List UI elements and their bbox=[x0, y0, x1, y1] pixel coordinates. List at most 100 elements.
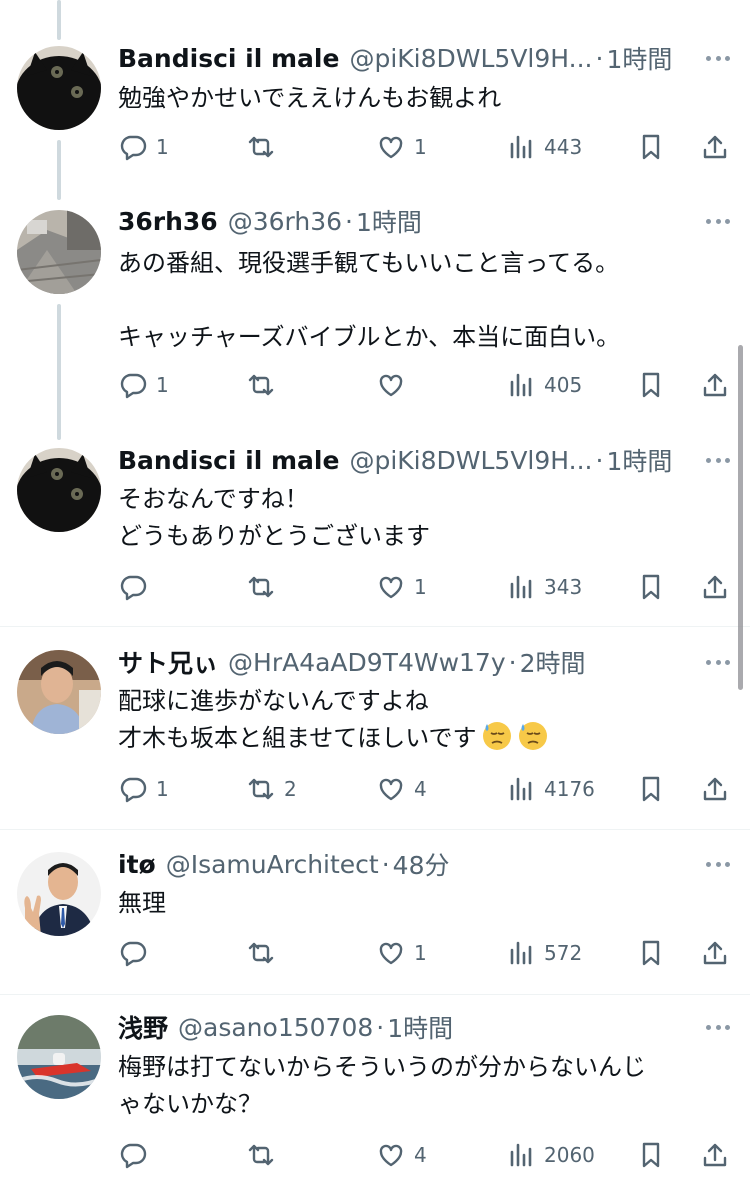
black-cat-avatar bbox=[17, 46, 101, 130]
avatar[interactable] bbox=[17, 1015, 101, 1099]
timestamp[interactable]: 1時間 bbox=[356, 203, 422, 239]
action-bar: 1 405 bbox=[0, 365, 750, 405]
reply-button[interactable]: 1 bbox=[118, 365, 169, 405]
share-button[interactable] bbox=[700, 567, 730, 607]
like-button[interactable]: 4 bbox=[376, 1135, 427, 1175]
separator-dot: · bbox=[376, 1012, 385, 1042]
timestamp[interactable]: 48分 bbox=[393, 846, 450, 882]
action-bar: 1 1 443 bbox=[0, 127, 750, 167]
more-options-icon[interactable] bbox=[706, 644, 730, 680]
retweet-button[interactable] bbox=[246, 365, 284, 405]
display-name[interactable]: 浅野 bbox=[118, 1009, 168, 1045]
share-icon bbox=[703, 373, 727, 397]
scrollbar[interactable] bbox=[738, 345, 743, 690]
retweet-icon bbox=[248, 136, 274, 158]
user-handle[interactable]: @IsamuArchitect bbox=[166, 850, 379, 879]
bookmark-button[interactable] bbox=[636, 933, 666, 973]
display-name[interactable]: Bandisci il male bbox=[118, 44, 339, 73]
view-count: 443 bbox=[544, 135, 583, 159]
reply-button[interactable]: 1 bbox=[118, 127, 169, 167]
like-button[interactable]: 4 bbox=[376, 769, 427, 809]
reply-count: 1 bbox=[156, 135, 169, 159]
views-button[interactable]: 2060 bbox=[506, 1135, 595, 1175]
more-options-icon[interactable] bbox=[706, 40, 730, 76]
share-button[interactable] bbox=[700, 1135, 730, 1175]
bookmark-button[interactable] bbox=[636, 769, 666, 809]
heart-icon bbox=[379, 778, 403, 801]
heart-icon bbox=[379, 576, 403, 599]
like-count: 1 bbox=[414, 575, 427, 599]
bookmark-button[interactable] bbox=[636, 1135, 666, 1175]
bookmark-button[interactable] bbox=[636, 365, 666, 405]
views-chart-icon bbox=[510, 777, 532, 801]
retweet-button[interactable] bbox=[246, 1135, 284, 1175]
avatar[interactable] bbox=[17, 46, 101, 130]
more-options-icon[interactable] bbox=[706, 846, 730, 882]
heart-icon bbox=[379, 942, 403, 965]
share-icon bbox=[703, 777, 727, 801]
display-name[interactable]: サト兄ぃ bbox=[118, 644, 218, 680]
retweet-button[interactable]: 2 bbox=[246, 769, 297, 809]
reply-button[interactable] bbox=[118, 1135, 156, 1175]
like-button[interactable] bbox=[376, 365, 414, 405]
user-handle[interactable]: @piKi8DWL5Vl9H... bbox=[349, 44, 592, 73]
more-options-icon[interactable] bbox=[706, 442, 730, 478]
like-button[interactable]: 1 bbox=[376, 567, 427, 607]
timestamp[interactable]: 1時間 bbox=[606, 442, 672, 478]
retweet-icon bbox=[248, 374, 274, 396]
display-name[interactable]: Bandisci il male bbox=[118, 446, 339, 475]
reply-icon bbox=[120, 575, 147, 601]
more-options-icon[interactable] bbox=[706, 203, 730, 239]
share-button[interactable] bbox=[700, 127, 730, 167]
bookmark-button[interactable] bbox=[636, 567, 666, 607]
user-handle[interactable]: @piKi8DWL5Vl9H... bbox=[349, 446, 592, 475]
views-button[interactable]: 343 bbox=[506, 567, 582, 607]
separator-dot: · bbox=[345, 206, 353, 236]
avatar[interactable] bbox=[17, 448, 101, 532]
retweet-button[interactable] bbox=[246, 933, 284, 973]
separator-dot: · bbox=[595, 445, 604, 475]
reply-icon bbox=[120, 135, 147, 161]
timestamp[interactable]: 1時間 bbox=[387, 1009, 453, 1045]
more-options-icon[interactable] bbox=[706, 1009, 730, 1045]
display-name[interactable]: itø bbox=[118, 850, 156, 879]
timestamp[interactable]: 2時間 bbox=[520, 644, 586, 680]
avatar[interactable] bbox=[17, 650, 101, 734]
avatar[interactable] bbox=[17, 210, 101, 294]
tweet-divider bbox=[0, 626, 750, 627]
user-handle[interactable]: @HrA4aAD9T4Ww17y bbox=[228, 648, 506, 677]
reply-button[interactable] bbox=[118, 933, 156, 973]
heart-icon bbox=[379, 136, 403, 159]
reply-button[interactable] bbox=[118, 567, 156, 607]
views-chart-icon bbox=[510, 135, 532, 159]
reply-button[interactable]: 1 bbox=[118, 769, 169, 809]
like-count: 4 bbox=[414, 777, 427, 801]
tweet-text: 無理 bbox=[118, 889, 166, 917]
reply-count: 1 bbox=[156, 373, 169, 397]
user-handle[interactable]: @36rh36 bbox=[228, 207, 342, 236]
timestamp[interactable]: 1時間 bbox=[606, 40, 672, 76]
views-button[interactable]: 405 bbox=[506, 365, 582, 405]
retweet-icon bbox=[248, 1144, 274, 1166]
action-bar: 1 343 bbox=[0, 567, 750, 607]
like-button[interactable]: 1 bbox=[376, 933, 427, 973]
thread-line bbox=[57, 0, 61, 40]
like-count: 4 bbox=[414, 1143, 427, 1167]
retweet-button[interactable] bbox=[246, 127, 284, 167]
share-button[interactable] bbox=[700, 769, 730, 809]
bookmark-button[interactable] bbox=[636, 127, 666, 167]
share-button[interactable] bbox=[700, 933, 730, 973]
views-button[interactable]: 572 bbox=[506, 933, 582, 973]
display-name[interactable]: 36rh36 bbox=[118, 207, 218, 236]
views-button[interactable]: 443 bbox=[506, 127, 582, 167]
views-button[interactable]: 4176 bbox=[506, 769, 595, 809]
share-button[interactable] bbox=[700, 365, 730, 405]
like-button[interactable]: 1 bbox=[376, 127, 427, 167]
retweet-button[interactable] bbox=[246, 567, 284, 607]
like-count: 1 bbox=[414, 941, 427, 965]
avatar[interactable] bbox=[17, 852, 101, 936]
view-count: 405 bbox=[544, 373, 583, 397]
views-chart-icon bbox=[510, 1143, 532, 1167]
bookmark-icon bbox=[642, 134, 660, 160]
user-handle[interactable]: @asano150708 bbox=[178, 1013, 373, 1042]
